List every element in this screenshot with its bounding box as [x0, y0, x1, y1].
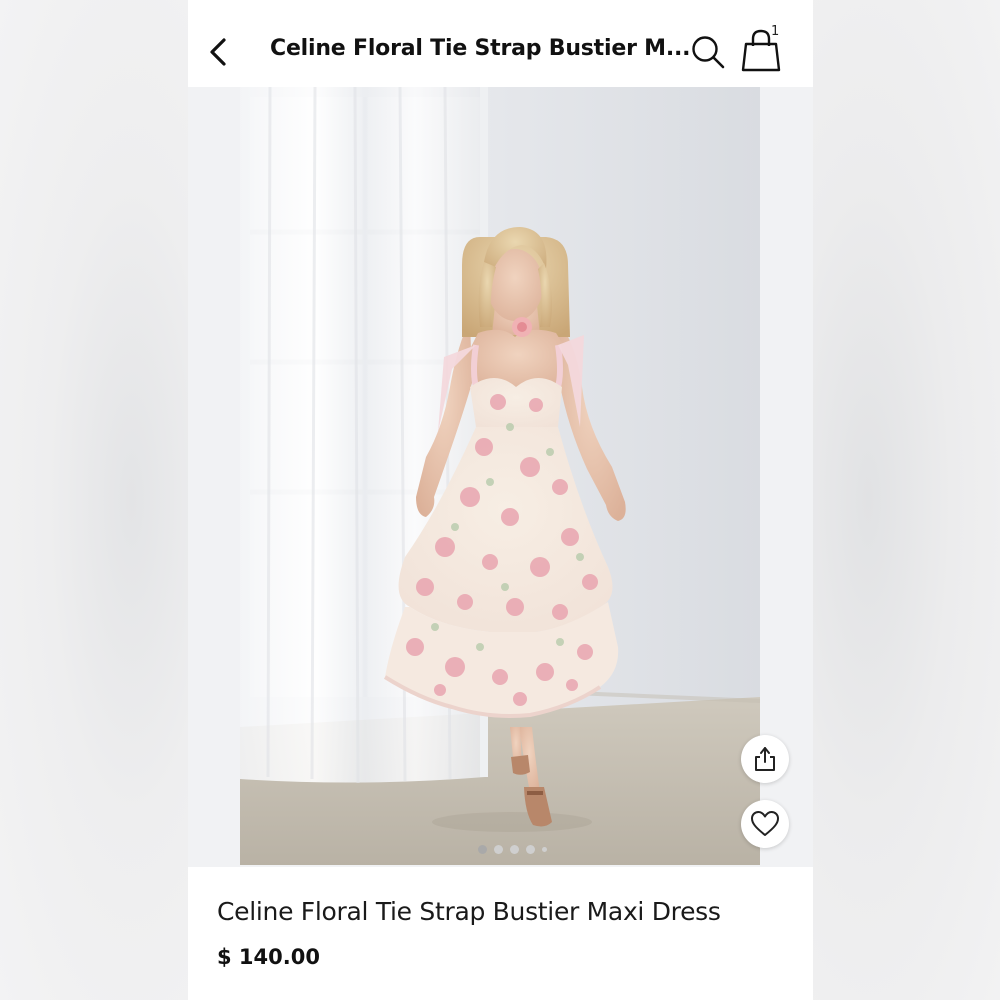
product-info: Celine Floral Tie Strap Bustier Maxi Dre… — [188, 867, 813, 1000]
backdrop-right — [812, 0, 1000, 1000]
pagination-dot[interactable] — [510, 845, 519, 854]
gallery-pagination[interactable] — [478, 845, 547, 854]
chevron-left-icon — [210, 38, 226, 66]
page-title: Celine Floral Tie Strap Bustier M... — [270, 36, 691, 61]
dress-photo-illustration — [240, 87, 760, 865]
pagination-dot[interactable] — [526, 845, 535, 854]
cart-button[interactable] — [741, 26, 787, 76]
back-button[interactable] — [196, 30, 240, 74]
product-name: Celine Floral Tie Strap Bustier Maxi Dre… — [217, 897, 721, 926]
share-button[interactable] — [741, 735, 789, 783]
pagination-dot[interactable] — [494, 845, 503, 854]
search-button[interactable] — [688, 32, 728, 72]
pagination-dot[interactable] — [542, 847, 547, 852]
heart-icon — [751, 811, 779, 836]
search-icon — [692, 36, 725, 69]
product-image[interactable] — [240, 87, 760, 865]
product-price: $ 140.00 — [217, 945, 320, 969]
product-page: Celine Floral Tie Strap Bustier M... 1 C… — [188, 0, 813, 1000]
top-bar: Celine Floral Tie Strap Bustier M... 1 — [188, 0, 813, 87]
like-button[interactable] — [741, 800, 789, 848]
share-icon — [755, 747, 775, 771]
pagination-dot[interactable] — [478, 845, 487, 854]
backdrop-left — [0, 0, 188, 1000]
cart-count-badge: 1 — [771, 24, 780, 39]
product-gallery[interactable] — [188, 87, 813, 867]
